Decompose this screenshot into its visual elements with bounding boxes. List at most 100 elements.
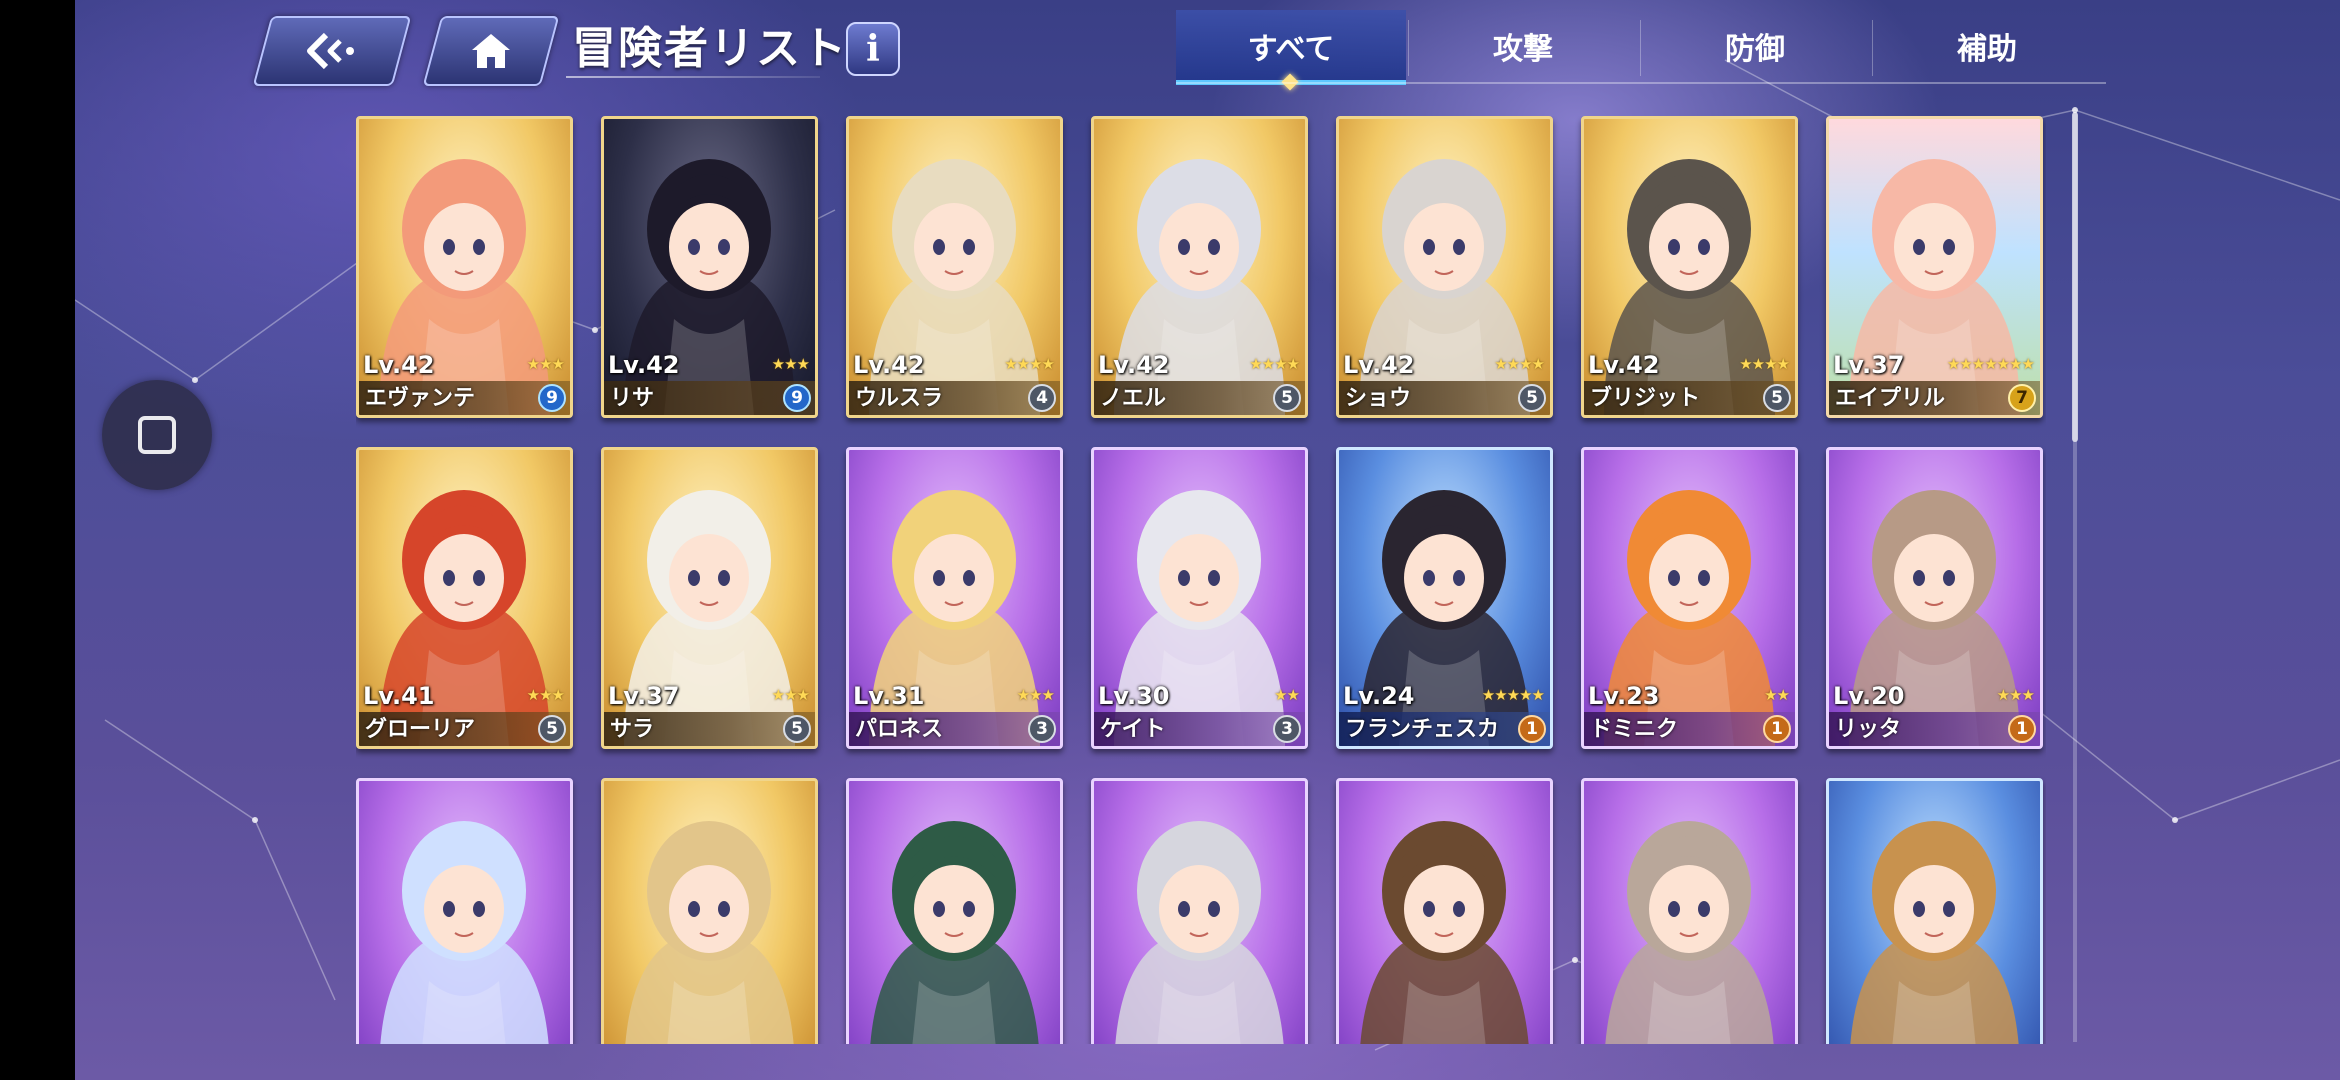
square-icon — [138, 416, 176, 454]
awakening-count-badge: 5 — [1273, 384, 1301, 412]
adventurer-card[interactable]: Lv.31 ★★★ パロネス 3 — [846, 447, 1063, 749]
tab-defense-label: 防御 — [1725, 32, 1785, 67]
adventurer-name: エイプリル — [1835, 386, 1946, 411]
info-icon: i — [866, 28, 880, 70]
tab-support[interactable]: 補助 — [1872, 10, 2102, 82]
adventurer-card[interactable]: Lv.24 ★★★★★ フランチェスカ 1 — [1336, 447, 1553, 749]
adventurer-name: リサ — [610, 386, 655, 411]
awakening-count-badge: 7 — [2008, 384, 2036, 412]
adventurer-level: Lv.31 — [853, 682, 925, 710]
adventurer-card[interactable]: Lv.42 ★★★★ ウルスラ 4 — [846, 116, 1063, 418]
awakening-count-badge: 5 — [783, 715, 811, 743]
back-button[interactable] — [252, 16, 412, 86]
title-underline — [566, 76, 820, 78]
adventurer-card[interactable]: Lv.37 ★★★★★★★ エイプリル 7 — [1826, 116, 2043, 418]
awakening-count-badge: 4 — [1028, 384, 1056, 412]
tab-all-label: すべて — [1247, 32, 1335, 67]
adventurer-card[interactable]: Lv.7★★★ — [846, 778, 1063, 1044]
awakening-count-badge: 3 — [1273, 715, 1301, 743]
star-rating: ★★ — [1764, 686, 1790, 704]
star-rating: ★★★ — [526, 355, 565, 373]
filter-tabs: すべて 攻撃 防御 補助 — [1176, 10, 2106, 91]
page-title: 冒険者リスト — [572, 23, 848, 74]
adventurer-level: Lv.20 — [1833, 682, 1905, 710]
adventurer-card[interactable]: Lv.30 ★★ ケイト 3 — [1091, 447, 1308, 749]
adventurer-card[interactable]: Lv.1★★★ — [601, 778, 818, 1044]
adventurer-name: ブリジット — [1590, 386, 1701, 411]
tab-defense[interactable]: 防御 — [1640, 10, 1870, 82]
adventurer-level: Lv.42 — [1343, 351, 1415, 379]
info-button[interactable]: i — [846, 22, 900, 76]
adventurer-card[interactable]: Lv.12★★ — [1091, 778, 1308, 1044]
star-rating: ★★★★ — [1249, 355, 1300, 373]
character-portrait — [625, 821, 794, 1044]
adventurer-name: ノエル — [1100, 386, 1167, 411]
adventurer-level: Lv.24 — [1343, 682, 1415, 710]
awakening-count-badge: 5 — [538, 715, 566, 743]
adventurer-card[interactable]: Lv.42 ★★★ エヴァンテ 9 — [356, 116, 573, 418]
home-icon — [472, 34, 510, 68]
tabs-baseline — [1176, 82, 2106, 84]
star-rating: ★★★ — [1016, 686, 1055, 704]
tab-all[interactable]: すべて — [1176, 10, 1406, 85]
star-rating: ★★ — [1274, 686, 1300, 704]
scrollbar-thumb[interactable] — [2072, 112, 2078, 442]
star-rating: ★★★★ — [1004, 355, 1055, 373]
adventurer-card[interactable]: Lv.1★★★★ — [1826, 778, 2043, 1044]
adventurer-card[interactable]: Lv.37 ★★★ サラ 5 — [601, 447, 818, 749]
star-rating: ★★★ — [771, 355, 810, 373]
adventurer-name: ドミニク — [1590, 717, 1679, 742]
adventurer-name: ケイト — [1100, 717, 1166, 742]
star-rating: ★★★ — [526, 686, 565, 704]
character-portrait — [870, 821, 1039, 1044]
adventurer-level: Lv.41 — [363, 682, 435, 710]
star-rating: ★★★ — [771, 686, 810, 704]
adventurer-name: サラ — [610, 717, 655, 742]
adventurer-name: リッタ — [1835, 717, 1902, 742]
adventurer-level: Lv.42 — [853, 351, 925, 379]
awakening-count-badge: 9 — [783, 384, 811, 412]
adventurer-level: Lv.42 — [608, 351, 680, 379]
awakening-count-badge: 9 — [538, 384, 566, 412]
adventurer-name: パロネス — [855, 717, 944, 742]
awakening-count-badge: 5 — [1763, 384, 1791, 412]
star-rating: ★★★★★ — [1481, 686, 1545, 704]
tab-attack-label: 攻撃 — [1493, 32, 1553, 67]
star-rating: ★★★★ — [1494, 355, 1545, 373]
adventurer-level: Lv.42 — [1098, 351, 1170, 379]
character-portrait — [1605, 821, 1774, 1044]
adventurer-level: Lv.30 — [1098, 682, 1170, 710]
adventurer-card[interactable]: Lv.42 ★★★★ ショウ 5 — [1336, 116, 1553, 418]
adventurer-card[interactable]: Lv.1★★★★ — [1581, 778, 1798, 1044]
adventurer-card[interactable]: Lv.42 ★★★★ ノエル 5 — [1091, 116, 1308, 418]
adventurer-level: Lv.37 — [608, 682, 680, 710]
adventurer-card[interactable]: Lv.42 ★★★★ ブリジット 5 — [1581, 116, 1798, 418]
adventurer-card[interactable]: Lv.10★★ — [1336, 778, 1553, 1044]
adventurer-card[interactable]: Lv.8★★★ — [356, 778, 573, 1044]
adventurer-card[interactable]: Lv.41 ★★★ グローリア 5 — [356, 447, 573, 749]
tab-support-label: 補助 — [1957, 32, 2017, 67]
awakening-count-badge: 5 — [1518, 384, 1546, 412]
adventurer-card[interactable]: Lv.23 ★★ ドミニク 1 — [1581, 447, 1798, 749]
tab-attack[interactable]: 攻撃 — [1408, 10, 1638, 82]
star-rating: ★★★★★★★ — [1946, 355, 2035, 373]
back-arrow-icon — [307, 32, 354, 70]
adventurer-name: フランチェスカ — [1345, 717, 1500, 742]
adventurer-name: ショウ — [1345, 386, 1412, 411]
awakening-count-badge: 3 — [1028, 715, 1056, 743]
adventurer-name: グローリア — [365, 717, 476, 742]
star-rating: ★★★★ — [1739, 355, 1790, 373]
floating-overview-button[interactable] — [102, 380, 212, 490]
adventurer-name: エヴァンテ — [365, 386, 476, 411]
screen-left-black-bar — [0, 0, 75, 1080]
character-portrait — [1360, 821, 1529, 1044]
awakening-count-badge: 1 — [1518, 715, 1546, 743]
star-rating: ★★★ — [1996, 686, 2035, 704]
awakening-count-badge: 1 — [2008, 715, 2036, 743]
adventurer-level: Lv.37 — [1833, 351, 1905, 379]
home-button[interactable] — [422, 16, 560, 86]
adventurer-level: Lv.42 — [1588, 351, 1660, 379]
adventurer-card[interactable]: Lv.20 ★★★ リッタ 1 — [1826, 447, 2043, 749]
adventurer-card[interactable]: Lv.42 ★★★ リサ 9 — [601, 116, 818, 418]
character-portrait — [1850, 821, 2019, 1044]
